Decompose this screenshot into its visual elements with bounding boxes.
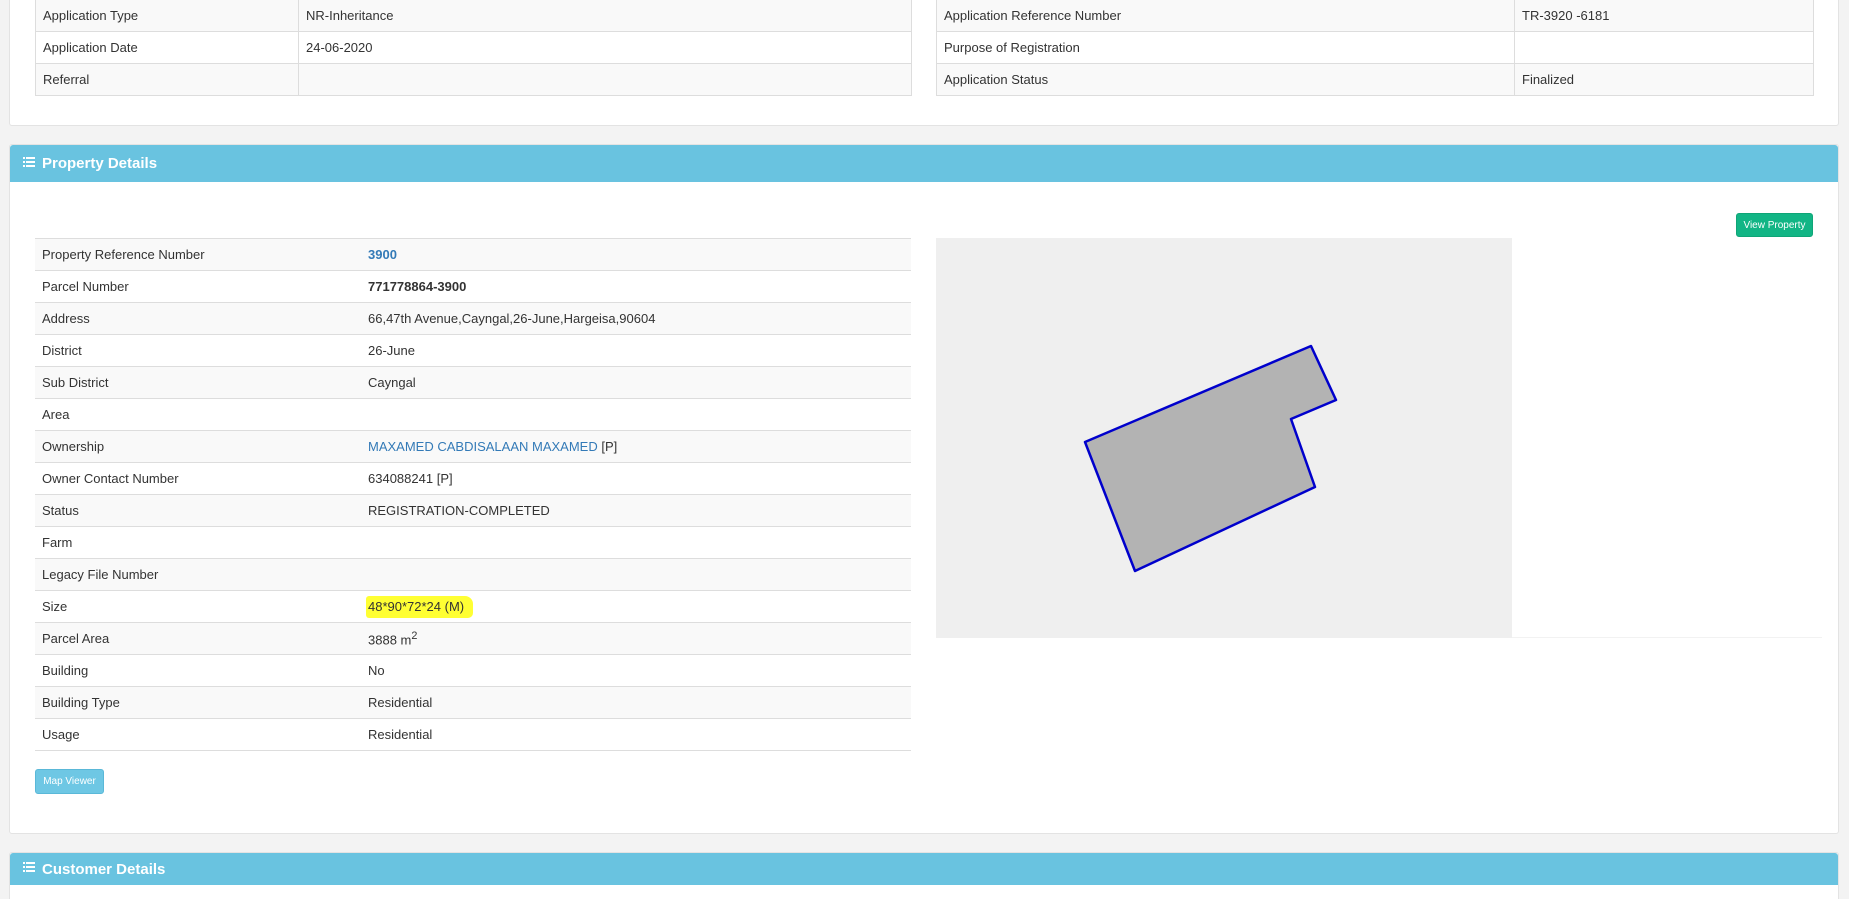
row-label: Building Type	[35, 686, 361, 719]
row-value: Residential	[361, 686, 911, 719]
property-details-panel: Property Details View Property Property …	[9, 144, 1839, 834]
table-row: Address 66,47th Avenue,Cayngal,26-June,H…	[35, 302, 911, 335]
table-row: Farm	[35, 526, 911, 559]
row-label: Referral	[35, 63, 299, 96]
row-value: 24-06-2020	[298, 31, 912, 64]
row-label: Area	[35, 398, 361, 431]
size-value-highlighted: 48*90*72*24 (M)	[366, 596, 474, 618]
table-row: Size 48*90*72*24 (M)	[35, 590, 911, 623]
row-label: Purpose of Registration	[936, 31, 1515, 64]
row-label: Sub District	[35, 366, 361, 399]
row-label: Property Reference Number	[35, 238, 361, 271]
table-row: Legacy File Number	[35, 558, 911, 591]
row-label: Application Date	[35, 31, 299, 64]
row-value: 771778864-3900	[361, 270, 911, 303]
table-row: Application Type NR-Inheritance	[35, 0, 912, 32]
parcel-polygon[interactable]	[1083, 344, 1338, 573]
row-value	[1514, 31, 1814, 64]
customer-details-heading: Customer Details	[10, 853, 1838, 885]
owner-name-link[interactable]: MAXAMED CABDISALAAN MAXAMED	[368, 439, 598, 454]
row-label: Application Reference Number	[936, 0, 1515, 32]
row-label: District	[35, 334, 361, 367]
row-value: 3888 m2	[361, 622, 911, 655]
owner-contact-number: 634088241	[368, 471, 434, 486]
map-divider	[1512, 637, 1822, 638]
table-row: Building Type Residential	[35, 686, 911, 719]
row-value: Cayngal	[361, 366, 911, 399]
row-value: TR-3920 -6181	[1514, 0, 1814, 32]
list-icon	[23, 862, 35, 872]
parcel-map[interactable]	[936, 238, 1512, 638]
row-label: Legacy File Number	[35, 558, 361, 591]
application-details-panel: Application Type NR-Inheritance Applicat…	[9, 0, 1839, 126]
table-row: Status REGISTRATION-COMPLETED	[35, 494, 911, 527]
parcel-polygon-map	[1083, 344, 1338, 573]
property-details-title: Property Details	[42, 155, 158, 172]
unit-superscript: 2	[411, 629, 418, 642]
table-row: Property Reference Number 3900	[35, 238, 911, 271]
row-label: Application Type	[35, 0, 299, 32]
row-value	[298, 63, 912, 96]
row-value	[361, 398, 911, 431]
row-label: Farm	[35, 526, 361, 559]
table-row: Building No	[35, 654, 911, 687]
table-row: Parcel Number 771778864-3900	[35, 270, 911, 303]
table-row: Usage Residential	[35, 718, 911, 751]
row-value: 26-June	[361, 334, 911, 367]
row-value: REGISTRATION-COMPLETED	[361, 494, 911, 527]
customer-details-title: Customer Details	[42, 860, 166, 878]
application-info-table-right: Application Reference Number TR-3920 -61…	[936, 0, 1814, 96]
table-row: Referral	[35, 63, 912, 96]
application-info-table-left: Application Type NR-Inheritance Applicat…	[35, 0, 912, 96]
owner-contact-suffix: [P]	[436, 471, 453, 486]
property-info-table: Property Reference Number 3900 Parcel Nu…	[35, 238, 911, 751]
row-label: Building	[35, 654, 361, 687]
customer-details-panel: Customer Details	[9, 852, 1839, 899]
row-value: 66,47th Avenue,Cayngal,26-June,Hargeisa,…	[361, 302, 911, 335]
row-label: Size	[35, 590, 361, 623]
table-row: Area	[35, 398, 911, 431]
row-value: Finalized	[1514, 63, 1814, 96]
table-row: Application Status Finalized	[936, 63, 1814, 96]
row-label: Address	[35, 302, 361, 335]
property-reference-link[interactable]: 3900	[361, 238, 911, 271]
row-value: NR-Inheritance	[298, 0, 912, 32]
row-label: Status	[35, 494, 361, 527]
row-value: MAXAMED CABDISALAAN MAXAMED [P]	[361, 430, 911, 463]
table-row: District 26-June	[35, 334, 911, 367]
table-row: Sub District Cayngal	[35, 366, 911, 399]
row-label: Owner Contact Number	[35, 462, 361, 495]
table-row: Parcel Area 3888 m2	[35, 622, 911, 655]
owner-type-suffix: [P]	[601, 439, 618, 454]
map-viewer-button[interactable]: Map Viewer	[35, 769, 104, 794]
table-row: Application Reference Number TR-3920 -61…	[936, 0, 1814, 32]
table-row: Purpose of Registration	[936, 31, 1814, 64]
row-label: Parcel Area	[35, 622, 361, 655]
row-value: 48*90*72*24 (M)	[361, 590, 911, 623]
row-value: No	[361, 654, 911, 687]
row-value: Residential	[361, 718, 911, 751]
table-row: Owner Contact Number 634088241 [P]	[35, 462, 911, 495]
row-label: Ownership	[35, 430, 361, 463]
row-label: Usage	[35, 718, 361, 751]
table-row: Ownership MAXAMED CABDISALAAN MAXAMED [P…	[35, 430, 911, 463]
row-value	[361, 526, 911, 559]
row-value	[361, 558, 911, 591]
row-value: 634088241 [P]	[361, 462, 911, 495]
list-icon	[23, 156, 35, 167]
property-details-heading: Property Details	[10, 145, 1838, 182]
view-property-button[interactable]: View Property	[1736, 213, 1813, 237]
row-label: Application Status	[936, 63, 1515, 96]
table-row: Application Date 24-06-2020	[35, 31, 912, 64]
row-label: Parcel Number	[35, 270, 361, 303]
